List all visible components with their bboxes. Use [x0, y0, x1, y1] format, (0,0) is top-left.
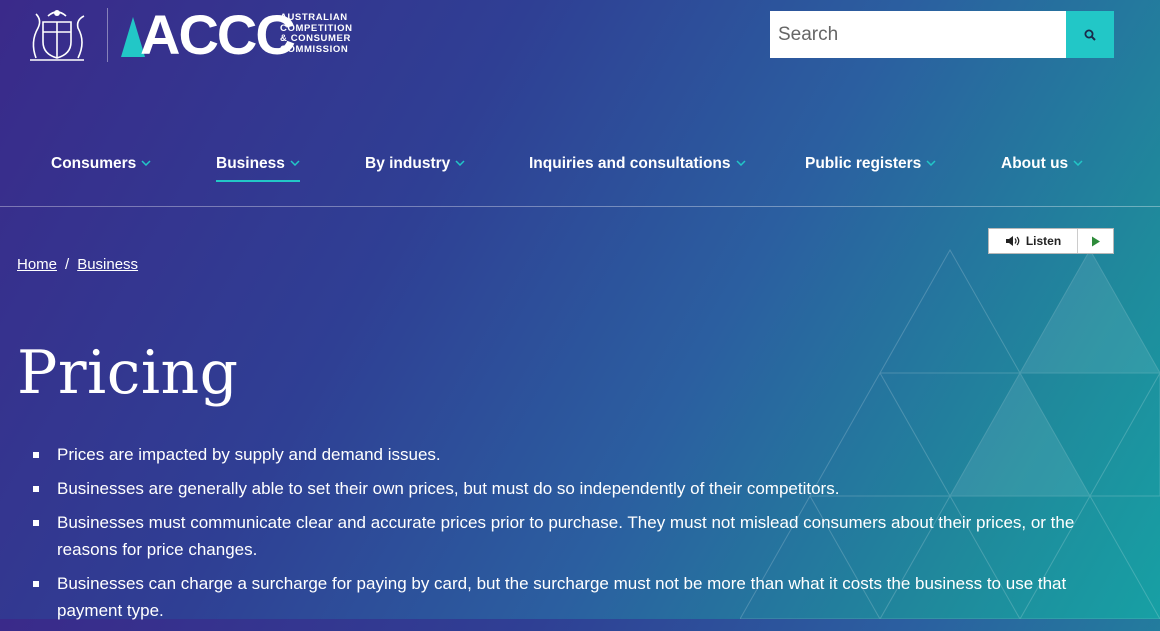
- logo-acronym[interactable]: ACCC: [140, 6, 296, 64]
- listen-play-button[interactable]: [1078, 229, 1113, 253]
- nav-item-label: Consumers: [51, 155, 137, 172]
- list-item: Businesses can charge a surcharge for pa…: [33, 570, 1123, 624]
- logo-subtitle: AUSTRALIAN COMPETITION & CONSUMER COMMIS…: [280, 12, 353, 55]
- nav-item-business[interactable]: Business: [216, 155, 300, 182]
- list-item: Businesses must communicate clear and ac…: [33, 509, 1123, 563]
- chevron-down-icon: [736, 160, 746, 166]
- listen-label: Listen: [1025, 234, 1062, 248]
- logo-subtitle-line: AUSTRALIAN: [280, 12, 348, 23]
- key-points-list: Prices are impacted by supply and demand…: [33, 441, 1123, 631]
- chevron-down-icon: [926, 160, 936, 166]
- chevron-down-icon: [290, 160, 300, 166]
- nav-item-label: About us: [1001, 155, 1069, 172]
- breadcrumb: Home / Business: [17, 256, 138, 273]
- site-header: ACCC AUSTRALIAN COMPETITION & CONSUMER C…: [0, 0, 1160, 207]
- breadcrumb-separator: /: [65, 256, 70, 273]
- chevron-down-icon: [141, 160, 151, 166]
- nav-item-label: By industry: [365, 155, 451, 172]
- nav-item-label: Inquiries and consultations: [529, 155, 731, 172]
- nav-item-consumers[interactable]: Consumers: [51, 155, 151, 173]
- search-button[interactable]: [1066, 11, 1114, 58]
- logo-subtitle-line: & CONSUMER: [280, 33, 351, 44]
- main-nav: Consumers Business By industry Inquiries…: [0, 150, 1160, 190]
- search-icon: [1084, 29, 1096, 41]
- logo-divider: [107, 8, 108, 62]
- listen-button[interactable]: Listen: [989, 229, 1078, 253]
- speaker-icon: [1005, 236, 1020, 246]
- page-title: Pricing: [17, 338, 239, 408]
- search-input[interactable]: [770, 11, 1066, 58]
- chevron-down-icon: [1073, 160, 1083, 166]
- nav-item-by-industry[interactable]: By industry: [365, 155, 465, 173]
- nav-item-inquiries-and-consultations[interactable]: Inquiries and consultations: [529, 155, 746, 173]
- logo-subtitle-line: COMMISSION: [280, 43, 349, 55]
- chevron-down-icon: [455, 160, 465, 166]
- coat-of-arms-icon[interactable]: [18, 6, 96, 64]
- search-form: [770, 11, 1114, 58]
- breadcrumb-home-link[interactable]: Home: [17, 256, 57, 273]
- nav-item-about-us[interactable]: About us: [1001, 155, 1083, 173]
- list-item: Businesses are generally able to set the…: [33, 475, 1123, 502]
- nav-item-label: Public registers: [805, 155, 922, 172]
- list-item: Prices are impacted by supply and demand…: [33, 441, 1123, 468]
- listen-widget: Listen: [988, 228, 1114, 254]
- nav-item-label: Business: [216, 155, 285, 172]
- nav-item-public-registers[interactable]: Public registers: [805, 155, 936, 173]
- active-nav-underline: [216, 180, 300, 182]
- breadcrumb-business-link[interactable]: Business: [77, 256, 138, 273]
- play-icon: [1091, 236, 1100, 246]
